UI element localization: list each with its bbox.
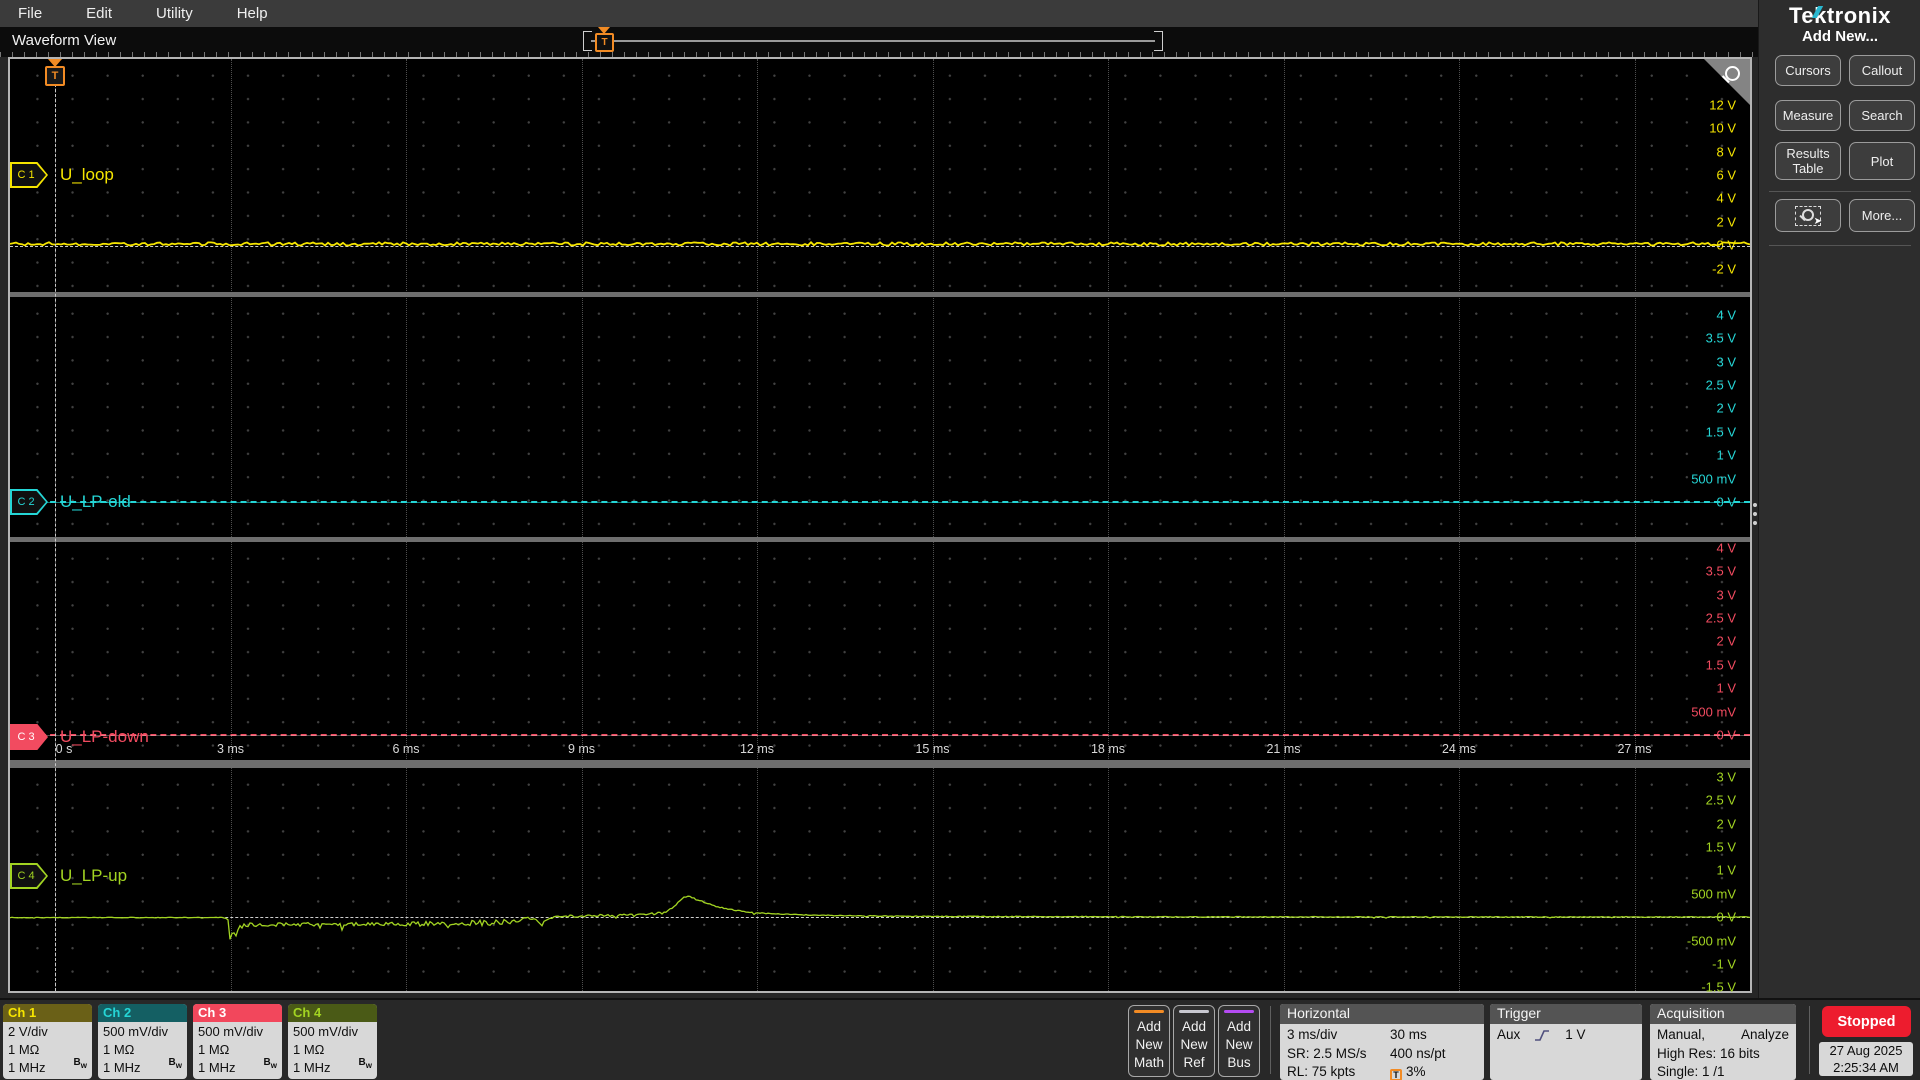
channel-2-badge[interactable]: Ch 2 500 mV/div 1 MΩ 1 MHz Bw (98, 1004, 187, 1079)
bandwidth-limit-icon: Bw (358, 1057, 372, 1070)
panel-splitter-handle[interactable] (1753, 503, 1757, 525)
horizontal-panel[interactable]: Horizontal 3 ms/div 30 ms SR: 2.5 MS/s 400… (1280, 1004, 1484, 1080)
bus-color-stripe (1224, 1010, 1254, 1013)
channel-3-badge[interactable]: Ch 3 500 mV/div 1 MΩ 1 MHz Bw (193, 1004, 282, 1079)
trigger-panel[interactable]: Trigger Aux 1 V (1490, 1004, 1642, 1080)
slice-divider (10, 292, 1750, 297)
channel-1-badge[interactable]: Ch 1 2 V/div 1 MΩ 1 MHz Bw (3, 1004, 92, 1079)
time-axis-label: 18 ms (1090, 742, 1126, 756)
time-axis-label: 27 ms (1617, 742, 1652, 756)
channel-1-badge-header: Ch 1 (3, 1004, 92, 1022)
waveform-traces (10, 241, 1750, 940)
math-color-stripe (1134, 1010, 1164, 1013)
slice-divider (10, 760, 1750, 768)
bottom-settings-bar: Ch 1 2 V/div 1 MΩ 1 MHz Bw Ch 2 500 mV/d… (0, 998, 1920, 1080)
waveform-view-tab-bar: Waveform View T (0, 27, 1758, 57)
plot-button[interactable]: Plot (1849, 142, 1915, 180)
time-axis-label: 12 ms (739, 742, 775, 756)
bandwidth-limit-icon: Bw (263, 1057, 277, 1070)
channel-tag-c2[interactable]: C 2 (10, 489, 48, 515)
tektronix-logo: Tektronix (1789, 3, 1891, 28)
zoom-select-icon: ➤ (1795, 205, 1822, 227)
channel-tag-c1[interactable]: C 1 (10, 162, 48, 188)
trigger-position-icon: T (1390, 1069, 1402, 1080)
time-axis-label: 6 ms (392, 742, 420, 756)
channel-tag-c3[interactable]: C 3 (10, 724, 48, 750)
bottom-bar-divider (1270, 1006, 1271, 1074)
channel-4-badge-header: Ch 4 (288, 1004, 377, 1022)
time-axis-label: 3 ms (216, 742, 245, 756)
results-table-button[interactable]: Results Table (1775, 142, 1841, 180)
menu-edit[interactable]: Edit (86, 5, 112, 22)
sidebar-divider (1769, 245, 1911, 246)
more-button[interactable]: More... (1849, 199, 1915, 232)
channel-tag-c4[interactable]: C 4 (10, 863, 48, 889)
channel-label-U_LP-up: U_LP-up (60, 866, 128, 885)
run-stop-status-button[interactable]: Stopped (1822, 1006, 1911, 1037)
channel-3-badge-header: Ch 3 (193, 1004, 282, 1022)
trace-path (10, 241, 1750, 247)
trigger-position-line (55, 59, 56, 991)
cursors-button[interactable]: Cursors (1775, 55, 1841, 86)
channel-4-badge[interactable]: Ch 4 500 mV/div 1 MΩ 1 MHz Bw (288, 1004, 377, 1079)
time-axis-label: 21 ms (1266, 742, 1301, 756)
channel-label-U_loop: U_loop (60, 165, 114, 184)
logo-k-accent: k (1814, 3, 1827, 28)
measure-button[interactable]: Measure (1775, 100, 1841, 131)
right-sidebar: Tektronix Add New... Cursors Callout Mea… (1758, 0, 1920, 998)
trigger-flag-icon[interactable]: T (45, 66, 65, 86)
record-view-right-bracket[interactable] (1154, 31, 1163, 51)
channel-label-U_LP-old: U_LP-old (60, 492, 131, 511)
menu-bar: File Edit Utility Help (0, 0, 1758, 27)
waveform-plot-canvas[interactable]: 12 V 10 V8 V6 V4 V2 V0 V -2 V4 V 3.5 V3 V 2.… (8, 57, 1752, 995)
time-axis-label: 24 ms (1441, 742, 1477, 756)
acquisition-panel[interactable]: Acquisition Manual, Analyze High Res: 16 … (1650, 1004, 1796, 1080)
menu-help[interactable]: Help (237, 5, 268, 22)
channel-3-badge-body: 500 mV/div 1 MΩ 1 MHz Bw (198, 1024, 277, 1075)
menu-utility[interactable]: Utility (156, 5, 193, 22)
channel-4-badge-body: 500 mV/div 1 MΩ 1 MHz Bw (293, 1024, 372, 1075)
time-axis-label: 9 ms (567, 742, 596, 756)
time-axis-label: 15 ms (915, 742, 950, 756)
ref-color-stripe (1179, 1010, 1209, 1013)
rising-edge-icon (1535, 1030, 1550, 1042)
channel-label-U_LP-down: U_LP-down (60, 727, 149, 746)
add-new-ref-button[interactable]: Add New Ref (1173, 1005, 1215, 1077)
search-button[interactable]: Search (1849, 100, 1915, 131)
channel-1-badge-body: 2 V/div 1 MΩ 1 MHz Bw (8, 1024, 87, 1075)
slice-divider (10, 537, 1750, 542)
bandwidth-limit-icon: Bw (168, 1057, 182, 1070)
datetime-display[interactable]: 27 Aug 2025 2:25:34 AM (1819, 1042, 1913, 1076)
horizontal-panel-title: Horizontal (1280, 1004, 1484, 1024)
trigger-panel-body: Aux 1 V (1497, 1027, 1586, 1042)
bottom-bar-divider (1809, 1006, 1810, 1074)
acquisition-panel-body: Manual, Analyze High Res: 16 bits Single:… (1657, 1027, 1789, 1079)
channel-2-badge-body: 500 mV/div 1 MΩ 1 MHz Bw (103, 1024, 182, 1075)
record-trigger-marker-icon[interactable]: T (595, 33, 614, 52)
zoom-select-button[interactable]: ➤ (1775, 199, 1841, 232)
tekscope-application: File Edit Utility Help Waveform View T 1… (0, 0, 1920, 1080)
bandwidth-limit-icon: Bw (73, 1057, 87, 1070)
record-view-slider[interactable]: T (583, 27, 1163, 52)
record-view-track (591, 40, 1155, 42)
acquisition-panel-title: Acquisition (1650, 1004, 1796, 1024)
trace-path (10, 895, 1750, 940)
add-new-math-button[interactable]: Add New Math (1128, 1005, 1170, 1077)
trigger-panel-title: Trigger (1490, 1004, 1642, 1024)
add-new-heading: Add New... (1801, 28, 1879, 45)
tab-waveform-view[interactable]: Waveform View (12, 32, 116, 49)
channel-2-badge-header: Ch 2 (98, 1004, 187, 1022)
add-new-bus-button[interactable]: Add New Bus (1218, 1005, 1260, 1077)
sidebar-divider (1769, 191, 1911, 192)
menu-file[interactable]: File (18, 5, 42, 22)
horizontal-panel-body: 3 ms/div 30 ms SR: 2.5 MS/s 400 ns/pt RL: … (1287, 1027, 1446, 1080)
callout-button[interactable]: Callout (1849, 55, 1915, 86)
